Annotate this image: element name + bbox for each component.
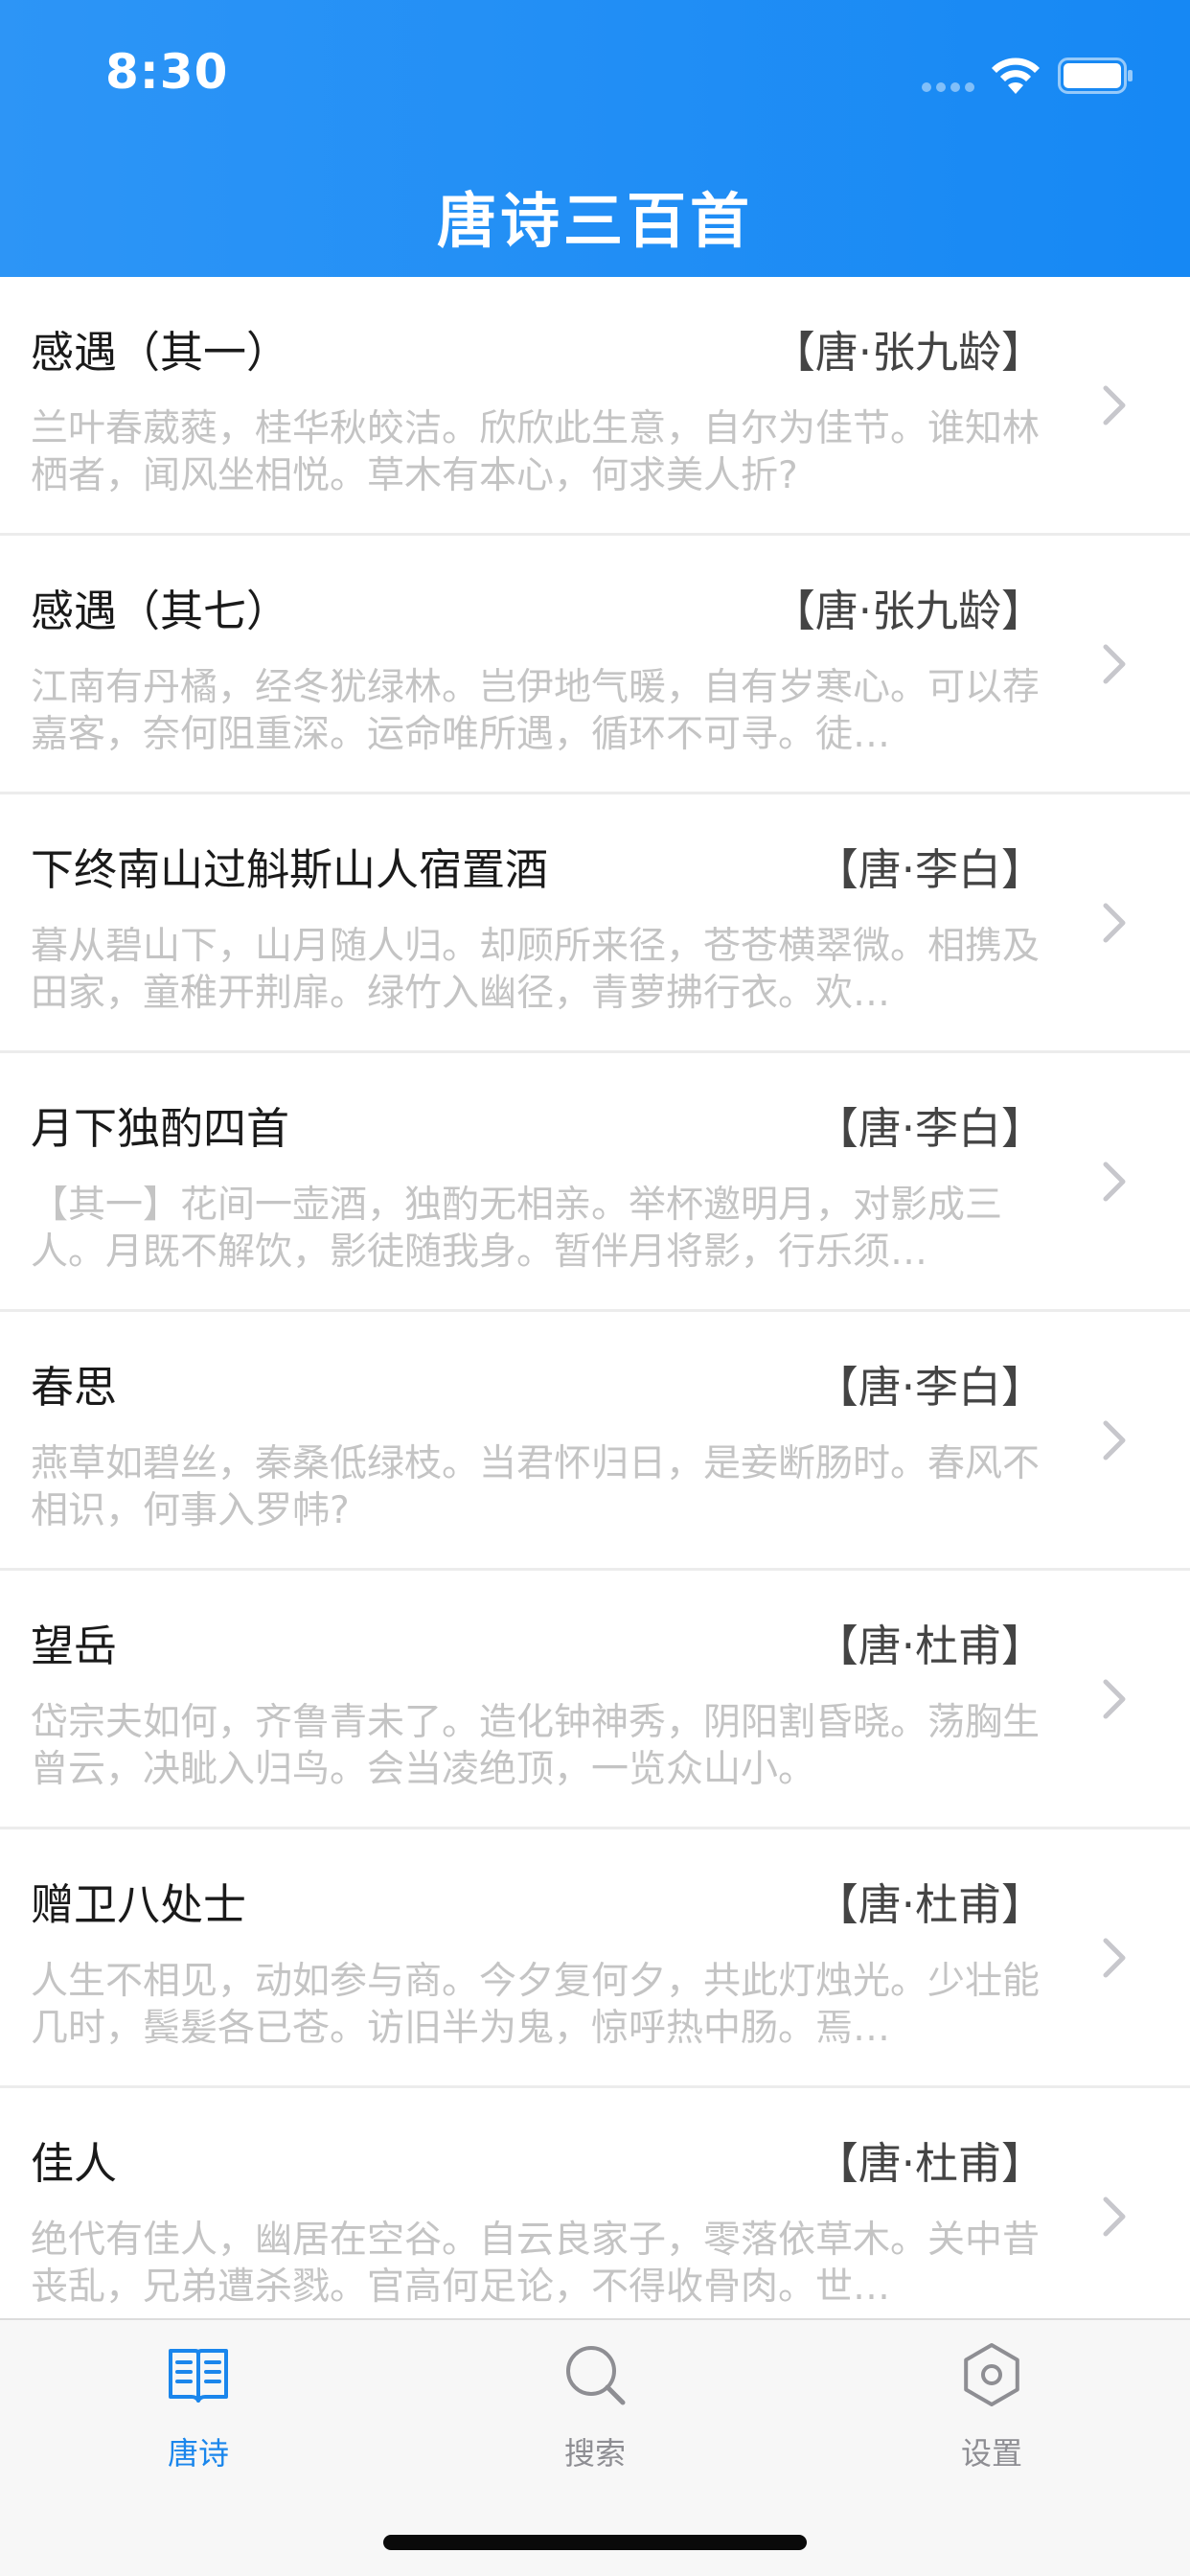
poem-excerpt: 暮从碧山下，山月随人归。却顾所来径，苍苍横翠微。相携及田家，童稚开荆扉。绿竹入幽… bbox=[31, 925, 1041, 1015]
poem-excerpt: 人生不相见，动如参与商。今夕复何夕，共此灯烛光。少壮能几时，鬓髪各已苍。访旧半为… bbox=[31, 1960, 1041, 2050]
chevron-right-icon bbox=[1103, 1679, 1126, 1719]
poem-row[interactable]: 春思 【唐·李白】 燕草如碧丝，秦桑低绿枝。当君怀归日，是妾断肠时。春风不相识，… bbox=[0, 1312, 1190, 1571]
search-icon bbox=[566, 2346, 626, 2405]
chevron-right-icon bbox=[1103, 2196, 1126, 2237]
tab-poems[interactable]: 唐诗 bbox=[0, 2341, 397, 2495]
poem-author: 【唐·张九龄】 bbox=[771, 586, 1044, 636]
tab-settings[interactable]: 设置 bbox=[793, 2341, 1190, 2495]
poem-row[interactable]: 感遇（其一） 【唐·张九龄】 兰叶春葳蕤，桂华秋皎洁。欣欣此生意，自尔为佳节。谁… bbox=[0, 277, 1190, 536]
gear-icon bbox=[964, 2343, 1019, 2406]
poem-row[interactable]: 望岳 【唐·杜甫】 岱宗夫如何，齐鲁青未了。造化钟神秀，阴阳割昏晓。荡胸生曾云，… bbox=[0, 1571, 1190, 1829]
poem-excerpt: 燕草如碧丝，秦桑低绿枝。当君怀归日，是妾断肠时。春风不相识，何事入罗帏? bbox=[31, 1442, 1041, 1532]
poem-excerpt: 绝代有佳人，幽居在空谷。自云良家子，零落依草木。关中昔丧乱，兄弟遭杀戮。官高何足… bbox=[31, 2219, 1041, 2309]
poem-author: 【唐·李白】 bbox=[814, 1362, 1044, 1413]
poem-author: 【唐·杜甫】 bbox=[814, 1621, 1044, 1671]
poem-title: 春思 bbox=[31, 1362, 118, 1413]
poem-list[interactable]: 感遇（其一） 【唐·张九龄】 兰叶春葳蕤，桂华秋皎洁。欣欣此生意，自尔为佳节。谁… bbox=[0, 277, 1190, 2318]
wifi-icon bbox=[992, 58, 1040, 94]
poem-excerpt: 江南有丹橘，经冬犹绿林。岂伊地气暖，自有岁寒心。可以荐嘉客，奈何阻重深。运命唯所… bbox=[31, 666, 1041, 756]
home-indicator[interactable] bbox=[383, 2535, 807, 2550]
poem-title: 佳人 bbox=[31, 2138, 118, 2189]
poem-title: 赠卫八处士 bbox=[31, 1879, 247, 1930]
page-title: 唐诗三百首 bbox=[436, 186, 753, 256]
chevron-right-icon bbox=[1103, 1162, 1126, 1202]
poem-author: 【唐·张九龄】 bbox=[771, 327, 1044, 378]
chevron-right-icon bbox=[1103, 903, 1126, 943]
poem-row[interactable]: 月下独酌四首 【唐·李白】 【其一】花间一壶酒，独酌无相亲。举杯邀明月，对影成三… bbox=[0, 1053, 1190, 1312]
tab-label: 设置 bbox=[960, 2435, 1022, 2472]
poem-title: 感遇（其七） bbox=[31, 586, 290, 636]
chevron-right-icon bbox=[1103, 1420, 1126, 1460]
poem-author: 【唐·李白】 bbox=[814, 1103, 1044, 1154]
chevron-right-icon bbox=[1103, 1938, 1126, 1978]
poem-title: 望岳 bbox=[31, 1621, 118, 1671]
cellular-signal-icon bbox=[922, 82, 975, 92]
poem-author: 【唐·杜甫】 bbox=[814, 2138, 1044, 2189]
tab-search[interactable]: 搜索 bbox=[397, 2341, 793, 2495]
chevron-right-icon bbox=[1103, 385, 1126, 426]
poem-title: 下终南山过斛斯山人宿置酒 bbox=[31, 844, 549, 895]
poem-row[interactable]: 赠卫八处士 【唐·杜甫】 人生不相见，动如参与商。今夕复何夕，共此灯烛光。少壮能… bbox=[0, 1829, 1190, 2088]
tab-label: 唐诗 bbox=[167, 2435, 229, 2472]
status-time: 8:30 bbox=[105, 44, 229, 100]
poem-title: 月下独酌四首 bbox=[31, 1103, 290, 1154]
poem-author: 【唐·杜甫】 bbox=[814, 1879, 1044, 1930]
poem-excerpt: 兰叶春葳蕤，桂华秋皎洁。欣欣此生意，自尔为佳节。谁知林栖者，闻风坐相悦。草木有本… bbox=[31, 407, 1041, 497]
app-screen: 8:30 唐诗三百首 感遇（其一） 【唐·张九龄】 兰叶春葳蕤，桂华秋皎洁。欣欣… bbox=[0, 0, 1190, 2576]
book-icon bbox=[169, 2349, 228, 2403]
battery-icon bbox=[1058, 58, 1133, 94]
poem-row[interactable]: 下终南山过斛斯山人宿置酒 【唐·李白】 暮从碧山下，山月随人归。却顾所来径，苍苍… bbox=[0, 794, 1190, 1053]
poem-author: 【唐·李白】 bbox=[814, 844, 1044, 895]
poem-title: 感遇（其一） bbox=[31, 327, 290, 378]
poem-excerpt: 岱宗夫如何，齐鲁青未了。造化钟神秀，阴阳割昏晓。荡胸生曾云，决眦入归鸟。会当凌绝… bbox=[31, 1701, 1041, 1791]
navigation-header: 8:30 唐诗三百首 bbox=[0, 0, 1190, 277]
tab-label: 搜索 bbox=[563, 2435, 626, 2472]
poem-row[interactable]: 感遇（其七） 【唐·张九龄】 江南有丹橘，经冬犹绿林。岂伊地气暖，自有岁寒心。可… bbox=[0, 536, 1190, 794]
chevron-right-icon bbox=[1103, 644, 1126, 684]
poem-row[interactable]: 佳人 【唐·杜甫】 绝代有佳人，幽居在空谷。自云良家子，零落依草木。关中昔丧乱，… bbox=[0, 2088, 1190, 2318]
poem-excerpt: 【其一】花间一壶酒，独酌无相亲。举杯邀明月，对影成三人。月既不解饮，影徒随我身。… bbox=[31, 1184, 1003, 1274]
